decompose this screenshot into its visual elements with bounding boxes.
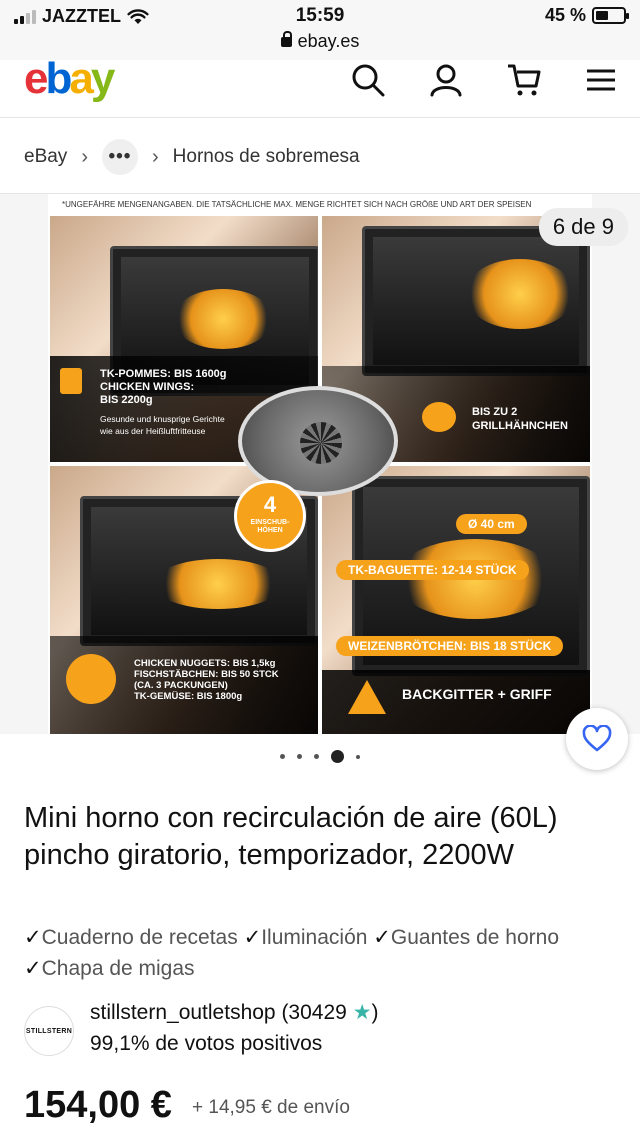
feature-text: Iluminación <box>261 926 368 949</box>
battery: 45 % <box>544 5 629 26</box>
chevron-right-icon: › <box>81 145 88 168</box>
check-icon: ✓ <box>24 926 42 949</box>
search-icon[interactable] <box>348 60 388 100</box>
breadcrumb: eBay › ••• › Hornos de sobremesa <box>24 134 360 180</box>
feature-text: Cuaderno de recetas <box>41 926 238 949</box>
fan-icon <box>300 422 342 464</box>
shelf-levels-badge: 4 EINSCHUB- HÖHEN <box>234 480 306 552</box>
panel-text: BACKGITTER + GRIFF <box>402 686 552 702</box>
image-gallery[interactable]: *UNGEFÄHRE MENGENANGABEN. DIE TATSÄCHLIC… <box>0 194 640 734</box>
ebay-logo[interactable]: ebay <box>24 54 115 104</box>
feature-text: Chapa de migas <box>41 957 195 980</box>
cart-icon[interactable] <box>504 60 544 100</box>
heart-icon <box>582 725 612 752</box>
seller-avatar[interactable]: STILLSTERN <box>24 1006 74 1056</box>
panel-text: BIS 2200g <box>100 394 153 406</box>
panel-label: WEIZENBRÖTCHEN: BIS 18 STÜCK <box>336 636 564 656</box>
panel-text: FISCHSTÄBCHEN: BIS 50 STCK <box>134 669 279 680</box>
feature-text: Guantes de horno <box>390 926 560 949</box>
carousel-dots[interactable] <box>0 750 640 763</box>
carousel-dot-active[interactable] <box>331 750 344 763</box>
price: 154,00 € <box>24 1084 172 1126</box>
product-subtitle: ✓Cuaderno de recetas ✓Iluminación ✓Guant… <box>24 922 614 984</box>
status-bar: JAZZTEL 15:59 45 % ebay.es <box>0 0 640 60</box>
oven-fan-detail <box>238 386 398 496</box>
lock-icon <box>280 31 292 47</box>
panel-text: GRILLHÄHNCHEN <box>472 420 568 432</box>
carousel-dot[interactable] <box>297 754 302 759</box>
battery-icon <box>592 7 629 24</box>
panel-text: (CA. 3 PACKUNGEN) <box>134 680 228 691</box>
check-icon: ✓ <box>243 926 262 949</box>
check-icon: ✓ <box>373 926 391 949</box>
seller-feedback: 99,1% de votos positivos <box>90 1032 323 1055</box>
address-bar[interactable]: ebay.es <box>0 31 640 52</box>
carousel-dot[interactable] <box>314 754 319 759</box>
nuggets-icon <box>66 654 116 704</box>
carousel-dot[interactable] <box>356 754 360 759</box>
seller-name[interactable]: stillstern_outletshop (30429 ★) <box>90 1000 379 1025</box>
breadcrumb-current[interactable]: Hornos de sobremesa <box>173 146 360 168</box>
panel-text: BIS ZU 2 <box>472 406 518 418</box>
shipping-cost: + 14,95 € de envío <box>192 1097 350 1118</box>
chicken-icon <box>422 402 456 432</box>
panel-text: CHICKEN NUGGETS: BIS 1,5kg <box>134 658 276 669</box>
chevron-right-icon: › <box>151 145 159 168</box>
seller-info[interactable]: STILLSTERN stillstern_outletshop (30429 … <box>24 996 624 1062</box>
battery-percent: 45 % <box>544 5 586 25</box>
image-note: *UNGEFÄHRE MENGENANGABEN. DIE TATSÄCHLIC… <box>62 200 532 209</box>
fries-icon <box>60 368 82 394</box>
star-icon: ★ <box>352 1001 372 1024</box>
product-image[interactable]: *UNGEFÄHRE MENGENANGABEN. DIE TATSÄCHLIC… <box>48 194 592 734</box>
image-counter: 6 de 9 <box>538 208 628 246</box>
breadcrumb-root[interactable]: eBay <box>24 146 67 168</box>
panel-text: Gesunde und knusprige Gerichte <box>100 414 225 424</box>
panel-label: Ø 40 cm <box>456 514 527 534</box>
url-text: ebay.es <box>297 31 360 51</box>
user-icon[interactable] <box>426 60 466 100</box>
check-icon: ✓ <box>24 957 42 980</box>
panel-text: wie aus der Heißluftfritteuse <box>100 426 206 436</box>
panel-label: TK-BAGUETTE: 12-14 STÜCK <box>336 560 529 580</box>
site-header: ebay <box>0 54 640 118</box>
panel-text: CHICKEN WINGS: <box>100 381 195 393</box>
image-panel-baguette: Ø 40 cm TK-BAGUETTE: 12-14 STÜCK WEIZENB… <box>322 466 590 734</box>
product-title: Mini horno con recirculación de aire (60… <box>24 802 558 871</box>
panel-text: TK-GEMÜSE: BIS 1800g <box>134 691 243 702</box>
carousel-dot[interactable] <box>280 754 285 759</box>
breadcrumb-more-button[interactable]: ••• <box>101 139 138 175</box>
menu-icon[interactable] <box>581 60 621 100</box>
panel-text: TK-POMMES: BIS 1600g <box>100 368 227 380</box>
